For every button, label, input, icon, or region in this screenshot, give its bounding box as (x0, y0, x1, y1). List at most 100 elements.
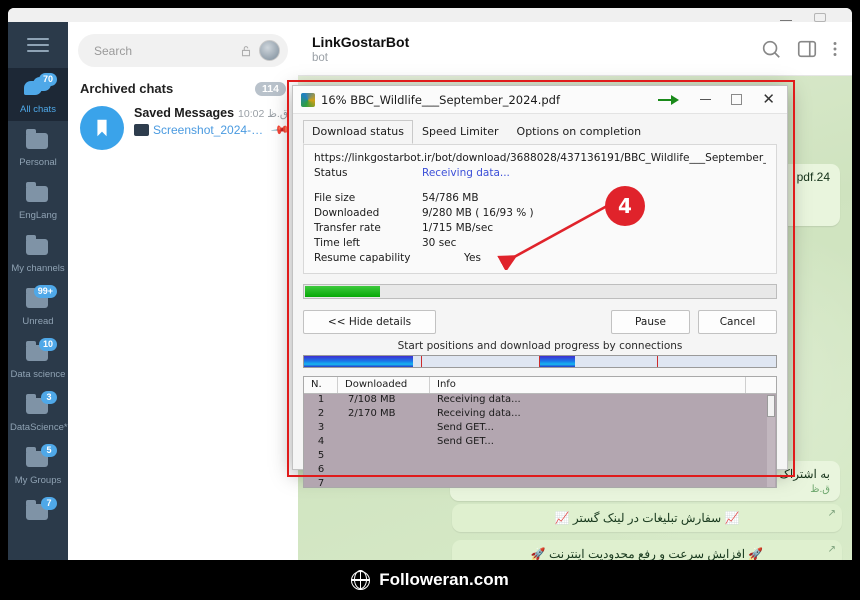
sidebar-item-label: EngLang (10, 210, 66, 221)
more-vertical-icon[interactable] (832, 38, 838, 60)
cell-info: Receiving data... (430, 408, 746, 422)
connection-segment-1 (304, 356, 422, 367)
sidebar-item-datascience-star[interactable]: 3 DataScience* (8, 386, 68, 439)
search-placeholder: Search (94, 44, 239, 58)
cell-downloaded: 2/170 MB (338, 408, 430, 422)
table-row[interactable]: 3Send GET... (304, 422, 776, 436)
menu-button[interactable] (8, 22, 68, 68)
sidebar-item-label: Unread (10, 316, 66, 327)
table-row[interactable]: 6 (304, 464, 776, 478)
search-input[interactable]: Search (78, 34, 288, 67)
sidebar-item-label: All chats (10, 104, 66, 115)
cell-n: 6 (304, 464, 338, 478)
sidebar-item-unread[interactable]: 99+ Unread (8, 280, 68, 333)
table-scrollbar[interactable] (767, 395, 775, 487)
external-link-icon: ↗ (828, 544, 836, 555)
table-row[interactable]: 22/170 MBReceiving data... (304, 408, 776, 422)
search-icon[interactable] (760, 38, 782, 60)
table-row[interactable]: 4 Send GET... (304, 436, 776, 450)
brand-name: Followeran.com (379, 570, 508, 590)
sidebar-item-my-groups[interactable]: 5 My Groups (8, 439, 68, 492)
message-text: 24.pdf (797, 170, 830, 184)
lock-icon[interactable] (239, 44, 253, 58)
cell-n: 1 (304, 394, 338, 408)
window-minimize-icon[interactable] (780, 13, 792, 21)
connections-caption: Start positions and download progress by… (293, 340, 787, 352)
table-row[interactable]: 17/108 MBReceiving data... (304, 394, 776, 408)
field-label: Status (314, 167, 422, 179)
cell-info (430, 464, 746, 478)
sidebar-item-my-channels[interactable]: My channels (8, 227, 68, 280)
status-row: Status Receiving data... (314, 167, 766, 179)
cell-n: 3 (304, 422, 338, 436)
globe-icon (351, 571, 370, 590)
chat-list-panel: Search Archived chats 114 Saved Messages (68, 22, 298, 568)
table-row[interactable]: 7 (304, 478, 776, 488)
tab-speed-limiter[interactable]: Speed Limiter (413, 120, 508, 144)
cell-info: Send GET... (430, 436, 746, 450)
hamburger-icon (27, 34, 49, 56)
pause-button[interactable]: Pause (611, 310, 690, 334)
sidebar-item-label: Personal (10, 157, 66, 168)
field-label: Time left (314, 237, 422, 249)
cell-downloaded (338, 450, 430, 464)
field-label: Resume capability (314, 252, 464, 264)
folder-icon (21, 128, 55, 154)
download-arrow-icon[interactable] (658, 95, 680, 105)
window-maximize-icon[interactable] (814, 13, 826, 22)
connection-segment-4 (658, 356, 776, 367)
minimize-icon[interactable] (700, 99, 711, 100)
folder-icon: 3 (21, 393, 55, 419)
cancel-button[interactable]: Cancel (698, 310, 777, 334)
download-url: https://linkgostarbot.ir/bot/download/36… (314, 152, 766, 164)
sidebar-badge: 3 (41, 391, 57, 404)
sidebar-item-personal[interactable]: Personal (8, 121, 68, 174)
tab-options-on-completion[interactable]: Options on completion (508, 120, 651, 144)
cell-n: 2 (304, 408, 338, 422)
field-label: Downloaded (314, 207, 422, 219)
folder-icon (21, 234, 55, 260)
column-header-downloaded: Downloaded (338, 377, 430, 393)
column-header-n: N. (304, 377, 338, 393)
sidebar-badge: 99+ (34, 285, 57, 298)
sidebar-toggle-icon[interactable] (796, 38, 818, 60)
list-item[interactable]: Saved Messages 10:02 ق.ظ Screenshot_2024… (68, 102, 298, 160)
hide-details-button[interactable]: << Hide details (303, 310, 436, 334)
sidebar-badge: 7 (41, 497, 57, 510)
field-value: Yes (464, 252, 481, 264)
sidebar-item-data-science[interactable]: 10 Data science (8, 333, 68, 386)
footer-watermark: Followeran.com (0, 560, 860, 600)
folder-icon: 10 (21, 340, 55, 366)
sidebar-item-extra[interactable]: 7 (8, 492, 68, 534)
archived-count-badge: 114 (255, 82, 286, 96)
tab-download-status[interactable]: Download status (303, 120, 413, 144)
field-value: 1/715 MB/sec (422, 222, 493, 234)
avatar[interactable] (259, 40, 280, 61)
annotation-arrow (495, 200, 615, 270)
conversation-header: LinkGostarBot bot (298, 22, 852, 76)
dialog-tabs: Download status Speed Limiter Options on… (293, 114, 787, 144)
sidebar-item-englang[interactable]: EngLang (8, 174, 68, 227)
cell-n: 4 (304, 436, 338, 450)
sidebar-badge: 5 (41, 444, 57, 457)
connection-segment-2 (422, 356, 540, 367)
chat-title: Saved Messages (134, 106, 234, 120)
scrollbar-thumb[interactable] (767, 395, 775, 417)
annotation-step-badge: 4 (605, 186, 645, 226)
folder-icon: 99+ (21, 287, 55, 313)
inline-button[interactable]: ↗ 📈 سفارش تبلیغات در لینک گستر 📈 (452, 504, 842, 532)
archived-chats-row[interactable]: Archived chats 114 (68, 67, 298, 102)
sidebar-item-label: My channels (10, 263, 66, 274)
screenshot-root: 70 All chats Personal EngLang My channel… (0, 0, 860, 600)
attachment-thumbnail-icon (134, 124, 149, 136)
cell-n: 7 (304, 478, 338, 488)
field-label: File size (314, 192, 422, 204)
conversation-subtitle: bot (312, 52, 409, 64)
table-row[interactable]: 5 (304, 450, 776, 464)
dialog-title-bar: 16% BBC_Wildlife___September_2024.pdf ✕ (293, 86, 787, 114)
table-header: N. Downloaded Info (304, 377, 776, 394)
maximize-icon[interactable] (731, 94, 742, 105)
sidebar-item-all-chats[interactable]: 70 All chats (8, 68, 68, 121)
close-icon[interactable]: ✕ (762, 94, 775, 105)
pin-icon: 📌 (270, 120, 290, 140)
